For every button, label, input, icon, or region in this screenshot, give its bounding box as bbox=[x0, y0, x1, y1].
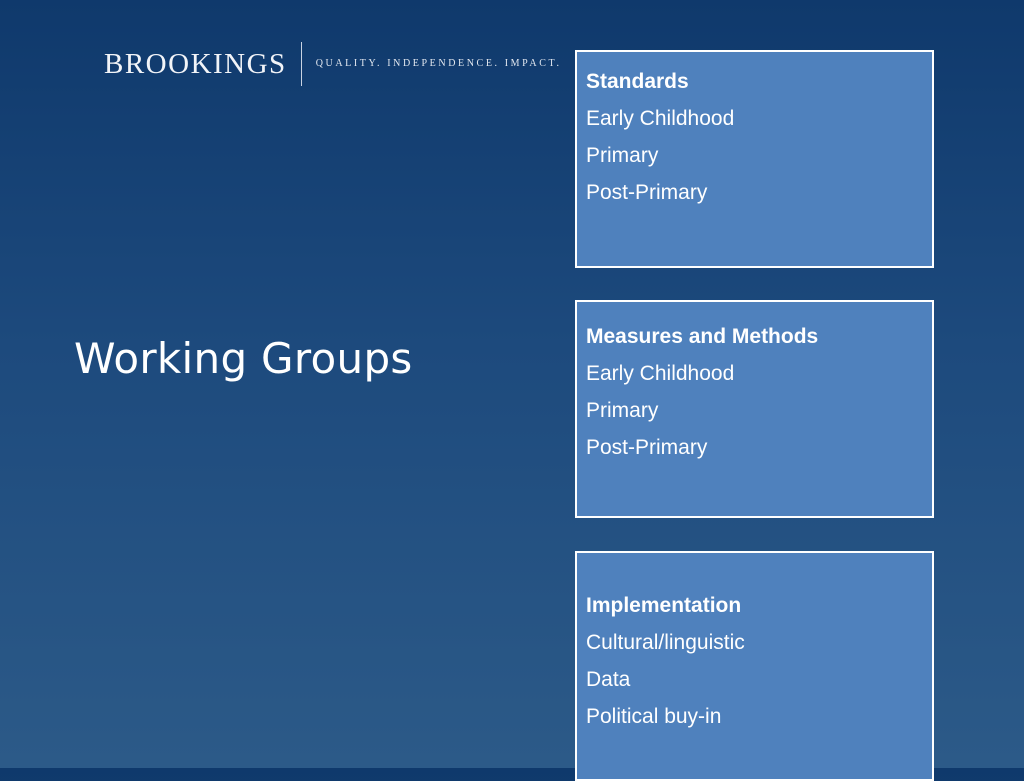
logo-divider bbox=[300, 42, 302, 86]
group-item: Post-Primary bbox=[586, 436, 708, 459]
logo-tagline: QUALITY. INDEPENDENCE. IMPACT. bbox=[315, 57, 562, 69]
group-box-implementation: Implementation Cultural/linguistic Data … bbox=[575, 551, 934, 781]
group-box-standards: Standards Early Childhood Primary Post-P… bbox=[575, 50, 934, 268]
group-heading: Standards bbox=[586, 70, 689, 93]
group-item: Cultural/linguistic bbox=[586, 631, 745, 654]
group-item: Post-Primary bbox=[586, 181, 708, 204]
group-item: Political buy-in bbox=[586, 705, 722, 728]
group-heading: Implementation bbox=[586, 594, 742, 617]
group-item: Data bbox=[586, 668, 631, 691]
group-item: Early Childhood bbox=[586, 107, 735, 130]
group-box-measures-and-methods: Measures and Methods Early Childhood Pri… bbox=[575, 300, 934, 518]
group-item: Primary bbox=[586, 399, 659, 422]
group-item: Early Childhood bbox=[586, 362, 735, 385]
slide-title: Working Groups bbox=[74, 334, 413, 383]
group-item: Primary bbox=[586, 144, 659, 167]
logo-wordmark: BROOKINGS bbox=[104, 47, 287, 80]
brookings-logo: BROOKINGS QUALITY. INDEPENDENCE. IMPACT. bbox=[104, 42, 562, 86]
group-heading: Measures and Methods bbox=[586, 325, 819, 348]
